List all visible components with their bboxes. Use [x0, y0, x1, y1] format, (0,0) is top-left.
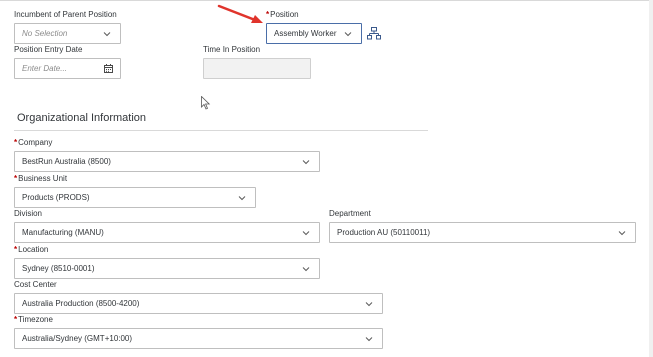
org-chart-icon[interactable]	[367, 27, 381, 40]
position-entry-date-placeholder: Enter Date...	[22, 64, 67, 73]
chevron-down-icon	[103, 32, 111, 37]
annotation-arrow-icon	[217, 4, 263, 23]
position-select[interactable]: Assembly Worker	[266, 23, 362, 44]
division-label: Division	[14, 209, 43, 218]
chevron-down-icon	[365, 337, 373, 342]
company-label: *Company	[14, 138, 53, 147]
chevron-down-icon	[302, 267, 310, 272]
chevron-down-icon	[365, 302, 373, 307]
business-unit-select[interactable]: Products (PRODS)	[14, 187, 256, 208]
mouse-cursor-icon	[201, 96, 211, 110]
business-unit-label: *Business Unit	[14, 174, 68, 183]
department-label: Department	[329, 209, 371, 218]
required-asterisk: *	[14, 174, 18, 183]
timezone-label: *Timezone	[14, 315, 53, 324]
cost-center-select[interactable]: Australia Production (8500-4200)	[14, 293, 383, 314]
location-label: *Location	[14, 245, 49, 254]
chevron-down-icon	[618, 231, 626, 236]
division-select[interactable]: Manufacturing (MANU)	[14, 222, 320, 243]
time-in-position-field	[203, 58, 311, 79]
parent-position-select[interactable]: No Selection	[14, 23, 121, 44]
parent-position-label: Incumbent of Parent Position	[14, 10, 117, 19]
section-divider	[14, 130, 428, 131]
chevron-down-icon	[302, 231, 310, 236]
position-entry-date-label: Position Entry Date	[14, 45, 83, 54]
required-asterisk: *	[14, 245, 18, 254]
time-in-position-label: Time In Position	[203, 45, 261, 54]
section-title-organizational-information: Organizational Information	[17, 112, 147, 124]
location-select[interactable]: Sydney (8510-0001)	[14, 258, 320, 279]
company-select[interactable]: BestRun Australia (8500)	[14, 151, 320, 172]
parent-position-placeholder: No Selection	[22, 29, 68, 38]
required-asterisk: *	[14, 315, 18, 324]
chevron-down-icon	[302, 160, 310, 165]
required-asterisk: *	[14, 138, 18, 147]
department-select[interactable]: Production AU (50110011)	[329, 222, 636, 243]
position-value: Assembly Worker	[274, 29, 337, 38]
scrollbar[interactable]	[649, 0, 653, 357]
chevron-down-icon	[344, 32, 352, 37]
position-entry-date-input[interactable]: Enter Date...	[14, 58, 121, 79]
calendar-icon[interactable]	[104, 64, 113, 73]
cost-center-label: Cost Center	[14, 280, 57, 289]
top-divider	[0, 0, 653, 1]
chevron-down-icon	[238, 196, 246, 201]
timezone-select[interactable]: Australia/Sydney (GMT+10:00)	[14, 328, 383, 349]
position-label: *Position	[266, 10, 299, 19]
